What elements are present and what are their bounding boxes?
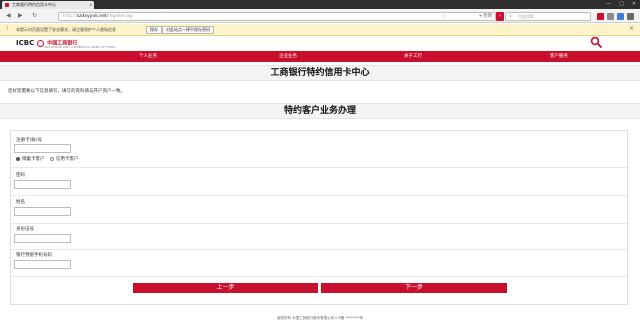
card-number-label: 注册卡(账)号 <box>16 138 43 143</box>
name-label: 姓名 <box>16 200 25 205</box>
radio-credit[interactable]: 信用卡客户 <box>49 156 79 162</box>
browser-search-input[interactable]: ⌕ 百度搜索 <box>505 12 591 21</box>
password-label: 密码 <box>16 173 25 178</box>
main-menu: 个人业务 企业业务 关于工行 客户服务 <box>0 51 640 62</box>
address-bar[interactable]: http://szdxyynk.net/register.jsp ☆ ▾ 原网 <box>58 12 496 21</box>
infobar-text: 本提示对页面设置了安全模式，请注意保护个人隐私信息 <box>16 27 116 32</box>
id-number-label: 身份证号 <box>16 227 34 232</box>
phone-input[interactable] <box>14 260 71 269</box>
bank-header: ICBC 中国工商银行 INDUSTRIAL AND COMMERCIAL BAN… <box>0 36 640 50</box>
menu-service[interactable]: 客户服务 <box>550 51 568 62</box>
tab-close-icon[interactable]: x <box>90 1 92 9</box>
previous-step-button[interactable]: 上一步 <box>133 283 318 293</box>
divider <box>11 276 627 277</box>
info-icon: ! <box>6 25 9 32</box>
logo-text: ICBC <box>16 39 35 47</box>
search-engine-icon: ⌕ <box>509 13 512 19</box>
url-scheme: http:// <box>63 14 77 19</box>
radio-debit-label: 储蓄卡客户 <box>22 157 45 162</box>
menu-about[interactable]: 关于工行 <box>404 51 422 62</box>
id-number-input[interactable] <box>14 234 71 243</box>
radio-debit-icon <box>16 156 20 161</box>
divider <box>11 195 627 196</box>
instruction-note: 您好您需要以下信息填写，填写的资料请与开户资户一致。 <box>8 89 125 94</box>
star-icon[interactable]: ☆ <box>443 13 447 20</box>
phone-label: 银行预留手机号码 <box>16 253 52 258</box>
radio-debit[interactable]: 储蓄卡客户 <box>16 156 45 162</box>
name-input[interactable] <box>14 207 71 216</box>
search-placeholder: 百度搜索 <box>518 14 534 19</box>
application-form: 注册卡(账)号 储蓄卡客户 信用卡客户 密码 姓名 身份证号 银行预留手机号码 … <box>10 130 628 305</box>
footer-copyright: 版权所有 中国工商银行股份有限公司 ICP备 ********号 <box>277 316 363 320</box>
save-password-button[interactable]: 保存 <box>146 26 162 34</box>
close-window-button[interactable]: ✕ <box>632 0 636 9</box>
never-save-button[interactable]: 对此站点一律不保存密码 <box>162 26 214 34</box>
go-button[interactable]: › <box>496 12 504 21</box>
search-icon[interactable] <box>590 36 602 48</box>
menu-icon[interactable] <box>627 13 634 20</box>
radio-credit-icon <box>49 156 54 161</box>
url-host: szdxyynk.net <box>76 14 107 19</box>
menu-business[interactable]: 企业业务 <box>279 51 297 62</box>
extension-icon[interactable] <box>607 13 614 20</box>
next-step-button[interactable]: 下一步 <box>321 283 507 293</box>
divider <box>11 249 627 250</box>
tab-favicon-icon <box>5 3 9 7</box>
account-type-group: 储蓄卡客户 信用卡客户 <box>16 156 78 162</box>
refresh-icon[interactable]: ↻ <box>32 12 37 20</box>
tab-title: 工商银行特约信用卡中心 <box>12 2 56 7</box>
browser-navbar: ◀ ▶ ↻ http://szdxyynk.net/register.jsp ☆… <box>0 9 640 23</box>
forward-icon[interactable]: ▶ <box>18 12 23 20</box>
password-input[interactable] <box>14 180 71 189</box>
url-path: /register.jsp <box>106 14 133 19</box>
extension-icon[interactable] <box>597 13 604 20</box>
password-infobar: ! 本提示对页面设置了安全模式，请注意保护个人隐私信息 保存 对此站点一律不保存… <box>0 24 640 36</box>
divider <box>11 167 627 168</box>
logo-subtitle: INDUSTRIAL AND COMMERCIAL BANK OF CHINA <box>44 45 116 49</box>
section-title: 特约客户业务办理 <box>0 103 640 119</box>
browser-tab[interactable]: 工商银行特约信用卡中心 x <box>2 1 94 9</box>
divider <box>11 223 627 224</box>
back-icon[interactable]: ◀ <box>6 12 11 20</box>
extension-icon[interactable] <box>617 13 624 20</box>
url-dropdown[interactable]: ▾ 原网 <box>479 13 492 20</box>
browser-titlebar: 工商银行特约信用卡中心 x — □ ✕ <box>0 0 640 9</box>
radio-credit-label: 信用卡客户 <box>55 157 79 162</box>
minimize-button[interactable]: — <box>606 0 611 9</box>
window-controls: — □ ✕ <box>606 0 636 9</box>
maximize-button[interactable]: □ <box>619 0 624 9</box>
menu-personal[interactable]: 个人业务 <box>139 51 157 62</box>
page-title: 工商银行特约信用卡中心 <box>0 65 640 81</box>
card-number-input[interactable] <box>14 144 71 153</box>
close-icon[interactable]: ✕ <box>629 25 634 32</box>
